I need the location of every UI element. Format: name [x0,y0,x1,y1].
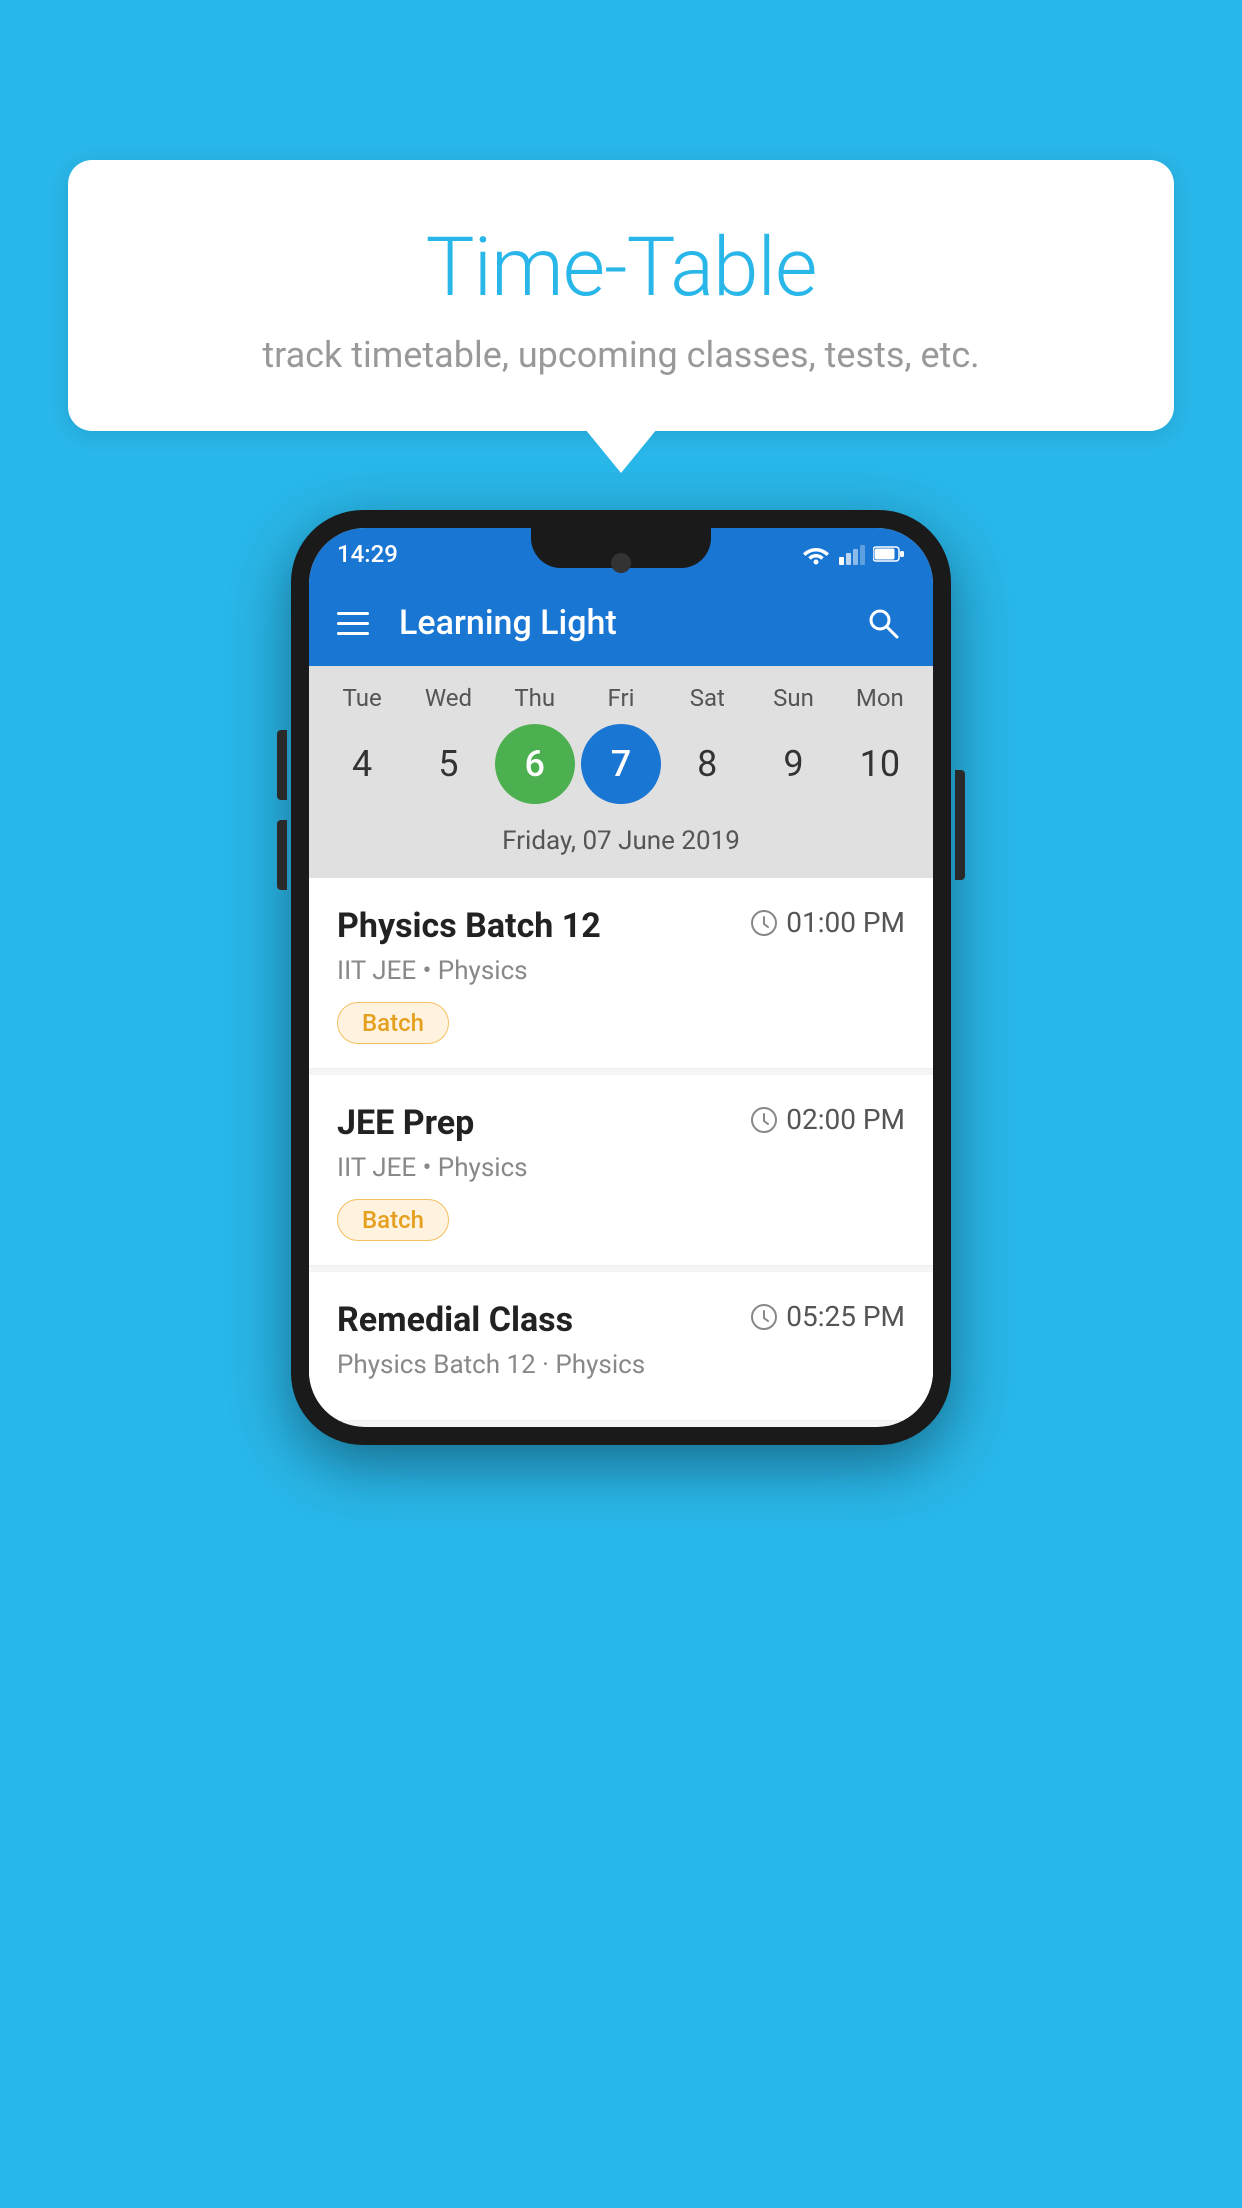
bubble-card: Time-Table track timetable, upcoming cla… [68,160,1174,431]
day-label-sun: Sun [754,684,834,712]
day-label-fri: Fri [581,684,661,712]
day-label-mon: Mon [840,684,920,712]
day-10[interactable]: 10 [840,724,920,804]
class-time-text-3: 05:25 PM [786,1300,905,1333]
class-item-2[interactable]: JEE Prep 02:00 PM IIT JEE • Physics Batc… [309,1075,933,1266]
class-name-1: Physics Batch 12 [337,906,601,946]
class-item-header-3: Remedial Class 05:25 PM [337,1300,905,1340]
bubble-subtitle: track timetable, upcoming classes, tests… [118,334,1124,376]
class-name-2: JEE Prep [337,1103,474,1143]
phone-mockup: 14:29 [291,510,951,1445]
class-name-3: Remedial Class [337,1300,573,1340]
day-9[interactable]: 9 [754,724,834,804]
class-time-3: 05:25 PM [750,1300,905,1333]
day-label-thu: Thu [495,684,575,712]
clock-icon-1 [750,909,778,937]
class-meta-1: IIT JEE • Physics [337,956,905,986]
day-6-today[interactable]: 6 [495,724,575,804]
day-5[interactable]: 5 [408,724,488,804]
class-time-text-2: 02:00 PM [786,1103,905,1136]
class-tag-2: Batch [337,1199,449,1241]
class-time-text-1: 01:00 PM [786,906,905,939]
wifi-icon [801,543,831,565]
day-numbers: 4 5 6 7 8 9 10 [309,724,933,804]
menu-button[interactable] [337,612,369,635]
class-meta-2: IIT JEE • Physics [337,1153,905,1183]
clock-icon-2 [750,1106,778,1134]
calendar-strip: Tue Wed Thu Fri Sat Sun Mon 4 5 6 7 8 9 … [309,666,933,878]
day-label-sat: Sat [667,684,747,712]
class-time-2: 02:00 PM [750,1103,905,1136]
day-label-tue: Tue [322,684,402,712]
selected-date-label: Friday, 07 June 2019 [309,818,933,872]
volume-down-button[interactable] [277,820,287,890]
app-title: Learning Light [399,603,861,643]
day-label-wed: Wed [408,684,488,712]
class-item-header-1: Physics Batch 12 01:00 PM [337,906,905,946]
class-item-3[interactable]: Remedial Class 05:25 PM Physics Batch 12… [309,1272,933,1421]
battery-icon [873,545,905,563]
signal-icon [839,543,865,565]
volume-up-button[interactable] [277,730,287,800]
info-bubble: Time-Table track timetable, upcoming cla… [68,160,1174,431]
day-headers: Tue Wed Thu Fri Sat Sun Mon [309,684,933,712]
class-item-header-2: JEE Prep 02:00 PM [337,1103,905,1143]
class-tag-1: Batch [337,1002,449,1044]
status-icons [801,543,905,565]
app-bar: Learning Light [309,580,933,666]
bubble-title: Time-Table [118,220,1124,316]
clock-icon-3 [750,1303,778,1331]
status-time: 14:29 [337,540,398,568]
class-time-1: 01:00 PM [750,906,905,939]
power-button[interactable] [955,770,965,880]
class-item-1[interactable]: Physics Batch 12 01:00 PM IIT JEE • Phys… [309,878,933,1069]
front-camera [611,553,631,573]
search-button[interactable] [861,601,905,645]
phone-outer: 14:29 [291,510,951,1445]
day-4[interactable]: 4 [322,724,402,804]
search-icon [865,605,901,641]
class-meta-3: Physics Batch 12 · Physics [337,1350,905,1380]
phone-screen: 14:29 [309,528,933,1427]
day-8[interactable]: 8 [667,724,747,804]
day-7-selected[interactable]: 7 [581,724,661,804]
phone-notch [531,528,711,568]
class-list: Physics Batch 12 01:00 PM IIT JEE • Phys… [309,878,933,1421]
